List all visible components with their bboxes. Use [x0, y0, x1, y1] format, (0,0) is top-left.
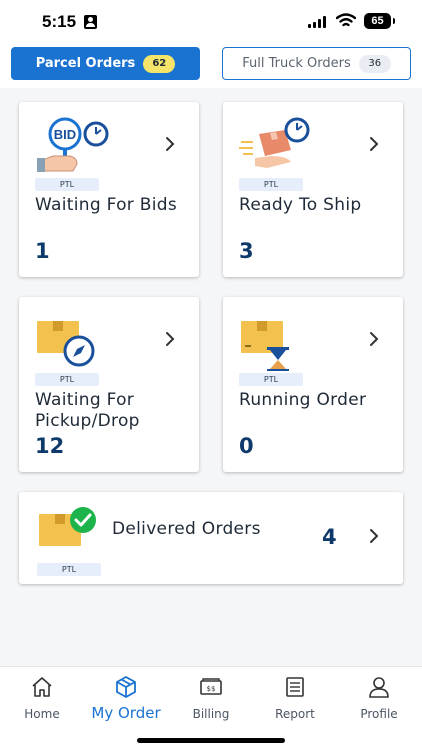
tab-label: Parcel Orders: [35, 56, 136, 71]
count-badge: 36: [358, 54, 391, 73]
tab-full-truck-orders[interactable]: Full Truck Orders 36: [222, 47, 411, 80]
nav-report[interactable]: Report: [253, 675, 337, 722]
chevron-right-icon: [370, 529, 379, 543]
svg-text:BID: BID: [54, 127, 76, 142]
tab-parcel-orders[interactable]: Parcel Orders 62: [11, 47, 200, 80]
wifi-icon: [336, 13, 356, 27]
nav-profile[interactable]: Profile: [337, 675, 421, 722]
card-title: Delivered Orders: [112, 519, 261, 539]
ptl-badge: PTL: [37, 563, 101, 576]
profile-icon: [369, 677, 389, 698]
card-count: 4: [322, 525, 337, 549]
home-icon: [32, 677, 52, 697]
box-check-icon: [39, 507, 96, 546]
nav-label: My Order: [91, 704, 161, 722]
nav-my-order[interactable]: My Order: [84, 675, 168, 722]
battery-icon: 65: [364, 13, 395, 29]
nav-home[interactable]: Home: [0, 675, 84, 722]
chevron-right-icon: [370, 137, 379, 151]
card-title: Running Order: [239, 390, 367, 410]
card-delivered-orders[interactable]: PTL Delivered Orders 4: [19, 492, 403, 584]
cellular-signal-icon: [308, 16, 328, 28]
box-hand-stopwatch-icon: [239, 117, 310, 168]
chevron-right-icon: [166, 137, 175, 151]
svg-text:$$: $$: [207, 685, 216, 693]
ptl-badge: PTL: [35, 178, 99, 191]
tab-label: Full Truck Orders: [242, 56, 351, 71]
ptl-badge: PTL: [35, 373, 99, 386]
ptl-badge: PTL: [239, 373, 303, 386]
id-card-icon: [84, 15, 97, 29]
billing-icon: $$: [200, 678, 222, 695]
ptl-badge: PTL: [239, 178, 303, 191]
home-indicator: [137, 738, 285, 743]
card-count: 12: [35, 434, 65, 458]
card-count: 1: [35, 239, 50, 263]
report-icon: [286, 677, 304, 697]
count-badge: 62: [143, 54, 176, 73]
cube-icon: [116, 676, 136, 698]
nav-label: Profile: [360, 707, 398, 721]
nav-label: Report: [275, 707, 315, 721]
card-waiting-for-bids[interactable]: BID PTL Waiting For Bids 1: [19, 102, 199, 277]
card-running-order[interactable]: PTL Running Order 0: [223, 297, 403, 472]
bid-stopwatch-icon: BID: [37, 117, 109, 172]
card-title: Waiting For Pickup/Drop: [35, 390, 140, 431]
order-type-tabs: Parcel Orders 62 Full Truck Orders 36: [0, 44, 422, 88]
nav-billing[interactable]: $$ Billing: [169, 675, 253, 722]
nav-label: Billing: [192, 707, 230, 721]
card-title: Ready To Ship: [239, 195, 362, 215]
status-time: 5:15: [42, 12, 77, 31]
status-bar: 5:15 65: [0, 0, 422, 44]
box-hourglass-icon: [241, 321, 289, 371]
chevron-right-icon: [166, 332, 175, 346]
card-waiting-for-pickup-drop[interactable]: PTL Waiting For Pickup/Drop 12: [19, 297, 199, 472]
card-count: 3: [239, 239, 254, 263]
card-ready-to-ship[interactable]: PTL Ready To Ship 3: [223, 102, 403, 277]
chevron-right-icon: [370, 332, 379, 346]
card-count: 0: [239, 434, 254, 458]
nav-label: Home: [24, 707, 60, 721]
card-title: Waiting For Bids: [35, 195, 178, 215]
box-compass-icon: [37, 321, 95, 367]
